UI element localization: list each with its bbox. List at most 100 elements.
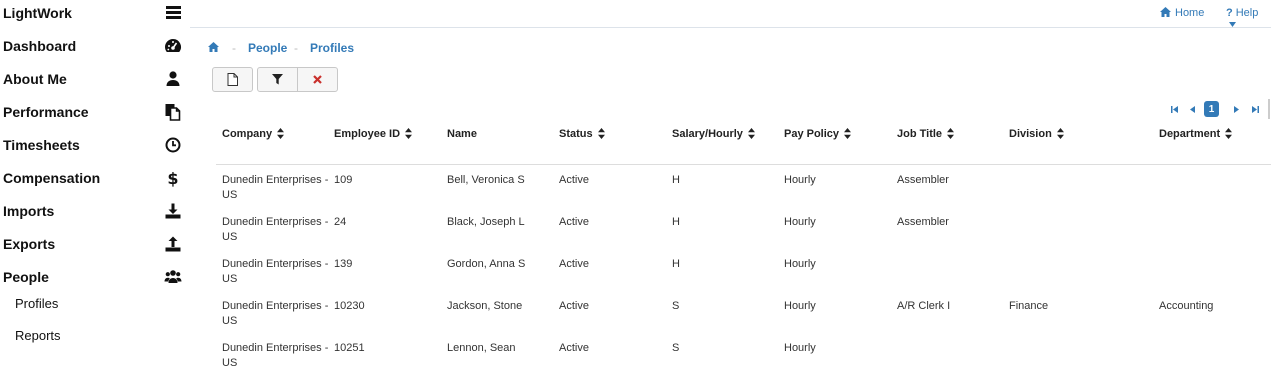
sidebar-item-label: Dashboard	[3, 38, 77, 54]
sidebar-item-label: About Me	[3, 71, 67, 87]
clock-icon	[164, 136, 182, 154]
sort-icon	[1056, 128, 1064, 139]
svg-text:$: $	[167, 169, 178, 187]
cell-status: Active	[559, 342, 589, 354]
column-header-company[interactable]: Company	[222, 128, 285, 140]
sidebar-item-timesheets[interactable]: Timesheets	[0, 128, 190, 161]
sort-icon	[747, 128, 755, 139]
cell-pay-policy: Hourly	[784, 216, 816, 228]
table-row[interactable]: Dunedin Enterprises - US 10230 Jackson, …	[216, 291, 1271, 333]
cell-status: Active	[559, 258, 589, 270]
first-page-icon[interactable]	[1167, 101, 1181, 117]
cell-employee-id: 10251	[334, 342, 365, 354]
sidebar-item-label: Compensation	[3, 170, 101, 186]
cell-company: Dunedin Enterprises - US	[222, 342, 329, 369]
sidebar: LightWork Dashboard About Me Performance…	[0, 0, 190, 366]
cell-pay-policy: Hourly	[784, 174, 816, 186]
cell-name: Lennon, Sean	[447, 342, 516, 354]
close-icon	[313, 75, 322, 84]
sidebar-subitem-label: Reports	[15, 328, 61, 343]
cell-status: Active	[559, 174, 589, 186]
sidebar-item-label: People	[3, 269, 49, 285]
column-header-status[interactable]: Status	[559, 128, 605, 140]
sort-icon	[844, 128, 852, 139]
sidebar-item-label: Imports	[3, 203, 55, 219]
home-icon	[1160, 7, 1171, 17]
clear-filter-button[interactable]	[297, 67, 338, 92]
cell-salary-hourly: H	[672, 174, 680, 186]
column-header-pay-policy[interactable]: Pay Policy	[784, 128, 852, 140]
cell-employee-id: 109	[334, 174, 353, 186]
next-page-icon[interactable]	[1229, 101, 1243, 117]
upload-icon	[164, 235, 182, 253]
cell-job-title: Assembler	[897, 174, 949, 186]
cell-company: Dunedin Enterprises - US	[222, 216, 329, 243]
column-header-department[interactable]: Department	[1159, 128, 1233, 140]
home-link-label: Home	[1175, 7, 1205, 19]
sort-icon	[277, 128, 285, 139]
current-page-button[interactable]: 1	[1204, 101, 1219, 117]
document-icon	[227, 73, 238, 86]
sort-icon	[597, 128, 605, 139]
users-icon	[164, 268, 182, 286]
last-page-icon[interactable]	[1248, 101, 1262, 117]
profiles-table: Company Employee ID Name Status Salary/H…	[216, 118, 1271, 375]
sidebar-subitem-reports[interactable]: Reports	[0, 320, 190, 350]
help-question-icon: ?	[1226, 7, 1233, 19]
cell-company: Dunedin Enterprises - US	[222, 300, 329, 327]
sidebar-item-compensation[interactable]: Compensation $	[0, 161, 190, 194]
sidebar-item-exports[interactable]: Exports	[0, 227, 190, 260]
column-header-label: Salary/Hourly	[672, 128, 743, 140]
table-row[interactable]: Dunedin Enterprises - US 109 Bell, Veron…	[216, 165, 1271, 207]
column-header-label: Employee ID	[334, 128, 401, 140]
sidebar-item-dashboard[interactable]: Dashboard	[0, 29, 190, 62]
app-brand[interactable]: LightWork	[3, 5, 72, 21]
cell-salary-hourly: H	[672, 258, 680, 270]
sidebar-subitem-profiles[interactable]: Profiles	[0, 288, 190, 318]
cell-company: Dunedin Enterprises - US	[222, 258, 329, 285]
cell-employee-id: 139	[334, 258, 353, 270]
table-row[interactable]: Dunedin Enterprises - US 10251 Lennon, S…	[216, 333, 1271, 375]
help-menu[interactable]: ? Help	[1226, 7, 1271, 31]
sidebar-item-imports[interactable]: Imports	[0, 194, 190, 227]
cell-division: Finance	[1009, 300, 1049, 312]
menu-toggle-icon[interactable]	[166, 6, 181, 19]
previous-page-icon[interactable]	[1185, 101, 1199, 117]
breadcrumb-home-icon[interactable]	[208, 41, 219, 55]
sidebar-subitem-label: Profiles	[15, 296, 59, 311]
new-document-button[interactable]	[212, 67, 253, 92]
breadcrumb-profiles[interactable]: Profiles	[310, 41, 354, 55]
sidebar-item-performance[interactable]: Performance	[0, 95, 190, 128]
cell-salary-hourly: S	[672, 300, 680, 312]
download-icon	[164, 202, 182, 220]
filter-button[interactable]	[257, 67, 298, 92]
home-link[interactable]: Home	[1160, 7, 1204, 19]
column-header-label: Division	[1009, 128, 1052, 140]
column-header-label: Name	[447, 128, 477, 140]
cell-employee-id: 10230	[334, 300, 365, 312]
breadcrumb-separator: -	[232, 41, 236, 55]
column-header-name[interactable]: Name	[447, 128, 477, 140]
cell-job-title: A/R Clerk I	[897, 300, 951, 312]
sidebar-item-label: Performance	[3, 104, 89, 120]
cell-pay-policy: Hourly	[784, 342, 816, 354]
cell-department: Accounting	[1159, 300, 1214, 312]
column-header-label: Pay Policy	[784, 128, 840, 140]
column-header-division[interactable]: Division	[1009, 128, 1064, 140]
table-row[interactable]: Dunedin Enterprises - US 24 Black, Josep…	[216, 207, 1271, 249]
column-header-employee-id[interactable]: Employee ID	[334, 128, 413, 140]
column-header-job-title[interactable]: Job Title	[897, 128, 955, 140]
cell-name: Black, Joseph L	[447, 216, 525, 228]
column-header-label: Department	[1159, 128, 1221, 140]
breadcrumb-people[interactable]: People	[248, 41, 287, 55]
help-menu-label: Help	[1235, 7, 1259, 19]
cell-pay-policy: Hourly	[784, 258, 816, 270]
sidebar-item-about-me[interactable]: About Me	[0, 62, 190, 95]
cell-job-title: Assembler	[897, 216, 949, 228]
column-header-salary-hourly[interactable]: Salary/Hourly	[672, 128, 755, 140]
cell-company: Dunedin Enterprises - US	[222, 174, 329, 201]
dollar-icon: $	[164, 169, 182, 188]
sidebar-item-label: Timesheets	[3, 137, 80, 153]
filter-icon	[272, 74, 283, 85]
table-row[interactable]: Dunedin Enterprises - US 139 Gordon, Ann…	[216, 249, 1271, 291]
